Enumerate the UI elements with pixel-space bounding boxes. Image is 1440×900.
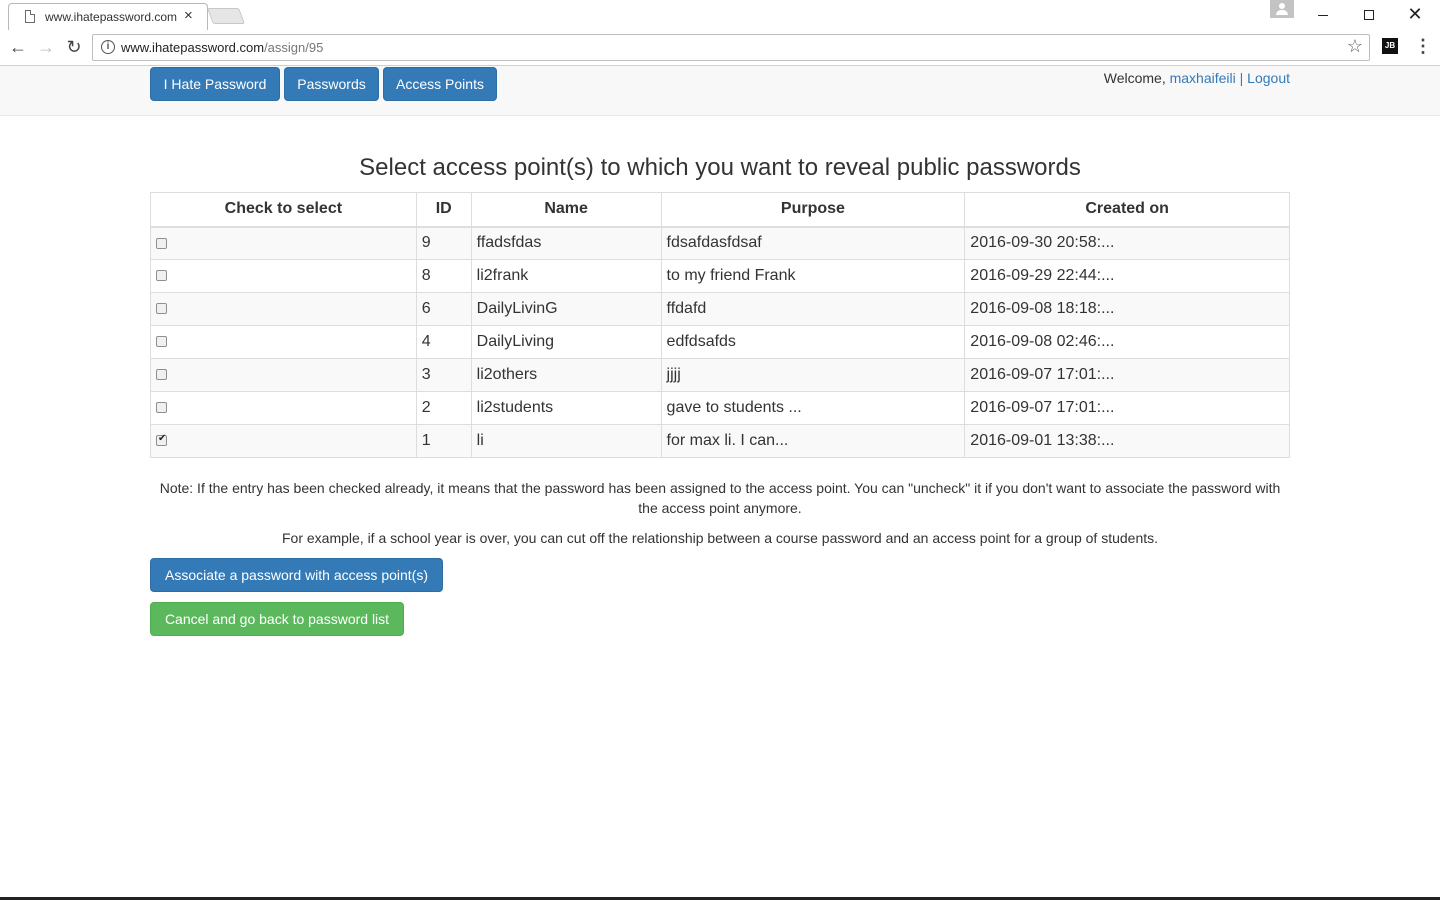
created-cell: 2016-09-08 02:46:... xyxy=(964,325,1290,359)
select-cell xyxy=(150,292,417,326)
created-cell: 2016-09-29 22:44:... xyxy=(964,259,1290,293)
maximize-button[interactable] xyxy=(1346,0,1392,28)
select-cell xyxy=(150,391,417,425)
page-title: Select access point(s) to which you want… xyxy=(359,154,1081,181)
column-header-purpose: Purpose xyxy=(660,192,966,228)
table-row: 9 ffadsfdas fdsafdasfdsaf 2016-09-30 20:58:… xyxy=(150,226,1290,260)
select-cell xyxy=(150,424,417,458)
welcome-prefix: Welcome, xyxy=(1103,70,1170,86)
select-checkbox[interactable] xyxy=(156,237,167,249)
select-cell xyxy=(150,358,417,392)
purpose-cell: gave to students ... xyxy=(660,391,966,425)
select-cell xyxy=(150,226,417,260)
url-text[interactable]: www.ihatepassword.com/assign/95 xyxy=(121,40,323,55)
logout-link[interactable]: Logout xyxy=(1247,70,1290,86)
purpose-cell: to my friend Frank xyxy=(660,259,966,293)
close-icon[interactable]: × xyxy=(184,7,193,24)
created-cell: 2016-09-08 18:18:... xyxy=(964,292,1290,326)
access-points-table: Check to select ID Name Purpose Created … xyxy=(150,192,1290,458)
info-icon[interactable]: i xyxy=(101,40,115,54)
browser-tab-strip: www.ihatepassword.com × ✕ xyxy=(0,0,1440,30)
table-row: 3 li2others jjjj 2016-09-07 17:01:... xyxy=(150,358,1290,392)
address-bar[interactable]: i www.ihatepassword.com/assign/95 ☆ xyxy=(92,34,1370,61)
name-cell: DailyLiving xyxy=(470,325,662,359)
table-header-row: Check to select ID Name Purpose Created … xyxy=(150,192,1290,228)
table-row: 6 DailyLivinG ffdafd 2016-09-08 18:18:... xyxy=(150,292,1290,326)
created-cell: 2016-09-30 20:58:... xyxy=(964,226,1290,260)
name-cell: li2students xyxy=(470,391,662,425)
select-checkbox[interactable] xyxy=(156,402,167,414)
page-icon xyxy=(25,10,35,23)
access-points-button[interactable]: Access Points xyxy=(383,67,497,101)
url-path: /assign/95 xyxy=(264,40,324,55)
tab-title: www.ihatepassword.com xyxy=(45,10,178,24)
bookmark-star-icon[interactable]: ☆ xyxy=(1347,36,1363,57)
profile-icon[interactable] xyxy=(1270,0,1294,18)
created-cell: 2016-09-07 17:01:... xyxy=(964,358,1290,392)
select-checkbox[interactable] xyxy=(156,270,167,282)
column-header-created: Created on xyxy=(964,192,1290,228)
forward-arrow-icon[interactable]: → xyxy=(35,36,57,58)
id-cell: 6 xyxy=(415,292,472,326)
created-cell: 2016-09-01 13:38:... xyxy=(964,424,1290,458)
browser-toolbar: ← → ↻ i www.ihatepassword.com/assign/95 … xyxy=(0,30,1440,66)
name-cell: li2frank xyxy=(470,259,662,293)
name-cell: li2others xyxy=(470,358,662,392)
menu-icon[interactable]: ⋮ xyxy=(1414,36,1432,57)
reload-icon[interactable]: ↻ xyxy=(63,36,85,58)
minimize-button[interactable] xyxy=(1300,0,1346,28)
select-cell xyxy=(150,259,417,293)
id-cell: 9 xyxy=(415,226,472,260)
window-close-button[interactable]: ✕ xyxy=(1392,0,1438,28)
created-cell: 2016-09-07 17:01:... xyxy=(964,391,1290,425)
purpose-cell: edfdsafds xyxy=(660,325,966,359)
welcome-separator: | xyxy=(1235,70,1248,86)
table-row: 2 li2students gave to students ... 2016-09-… xyxy=(150,391,1290,425)
table-row: 1lifor max li. I can...2016-09-01 13:38:… xyxy=(150,424,1290,458)
cancel-button[interactable]: Cancel and go back to password list xyxy=(150,602,404,636)
column-header-select: Check to select xyxy=(150,192,417,228)
username-link[interactable]: maxhaifeili xyxy=(1170,70,1236,86)
browser-tab[interactable]: www.ihatepassword.com × xyxy=(8,3,208,30)
purpose-cell: ffdafd xyxy=(660,292,966,326)
table-row: 8 li2frank to my friend Frank 2016-09-29 22… xyxy=(150,259,1290,293)
id-cell: 4 xyxy=(415,325,472,359)
select-checkbox[interactable] xyxy=(156,433,167,447)
extension-icon[interactable]: JB xyxy=(1382,38,1398,54)
purpose-cell: for max li. I can... xyxy=(660,424,966,458)
home-button[interactable]: I Hate Password xyxy=(150,67,280,101)
example-text: For example, if a school year is over, y… xyxy=(281,530,1159,546)
id-cell: 1 xyxy=(415,424,472,458)
purpose-cell: fdsafdasfdsaf xyxy=(660,226,966,260)
select-checkbox[interactable] xyxy=(156,303,167,315)
column-header-name: Name xyxy=(470,192,662,228)
back-arrow-icon[interactable]: ← xyxy=(7,36,29,58)
id-cell: 2 xyxy=(415,391,472,425)
name-cell: DailyLivinG xyxy=(470,292,662,326)
table-row: 4 DailyLiving edfdsafds 2016-09-08 02:46:..… xyxy=(150,325,1290,359)
column-header-id: ID xyxy=(415,192,472,228)
associate-button[interactable]: Associate a password with access point(s… xyxy=(150,558,443,592)
passwords-button[interactable]: Passwords xyxy=(284,67,379,101)
select-checkbox[interactable] xyxy=(156,336,167,348)
site-navbar: I Hate Password Passwords Access Points … xyxy=(0,66,1440,116)
name-cell: ffadsfdas xyxy=(470,226,662,260)
select-checkbox[interactable] xyxy=(156,369,167,381)
id-cell: 8 xyxy=(415,259,472,293)
purpose-cell: jjjj xyxy=(660,358,966,392)
new-tab-button[interactable] xyxy=(207,8,245,24)
id-cell: 3 xyxy=(415,358,472,392)
url-host: www.ihatepassword.com xyxy=(121,40,265,55)
select-cell xyxy=(150,325,417,359)
welcome-text: Welcome, maxhaifeili | Logout xyxy=(1104,70,1290,86)
note-text: Note: If the entry has been checked alre… xyxy=(159,480,1281,516)
name-cell: li xyxy=(470,424,662,458)
